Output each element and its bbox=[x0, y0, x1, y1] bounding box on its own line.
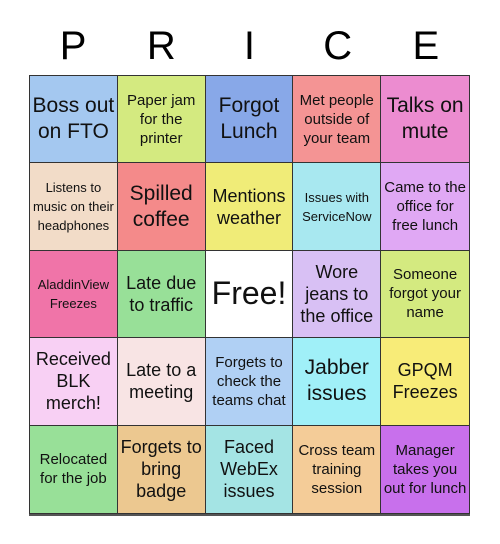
bingo-cell[interactable]: Mentions weather bbox=[205, 163, 294, 251]
bingo-cell-label: Manager takes you out for lunch bbox=[383, 441, 467, 497]
bingo-cell-label: Forgets to check the teams chat bbox=[212, 353, 286, 409]
bingo-cell-label: Forgot Lunch bbox=[218, 94, 280, 144]
bingo-cell-label: Forgets to bring badge bbox=[120, 437, 202, 502]
bingo-cell-label: Late to a meeting bbox=[126, 360, 197, 403]
bingo-cell-label: Wore jeans to the office bbox=[300, 261, 374, 326]
bingo-header: P R I C E bbox=[29, 20, 470, 72]
header-letter-r: R bbox=[146, 24, 176, 68]
bingo-cell-label: Mentions weather bbox=[212, 185, 286, 228]
bingo-cell[interactable]: Late due to traffic bbox=[117, 250, 206, 339]
bingo-cell[interactable]: Forgets to bring badge bbox=[117, 425, 206, 513]
bingo-cell[interactable]: Forgets to check the teams chat bbox=[205, 338, 294, 426]
bingo-cell[interactable]: Talks on mute bbox=[381, 76, 469, 164]
header-letter-c: C bbox=[323, 24, 353, 68]
bingo-cell[interactable]: Spilled coffee bbox=[117, 163, 206, 251]
bingo-cell[interactable]: Listens to music on their headphones bbox=[30, 163, 118, 251]
bingo-cell[interactable]: Boss out on FTO bbox=[30, 76, 118, 164]
bingo-cell-label: Came to the office for free lunch bbox=[384, 179, 466, 235]
bingo-cell-label: Relocated for the job bbox=[39, 451, 108, 488]
header-letter-p: P bbox=[59, 24, 87, 68]
bingo-cell[interactable]: Met people outside of your team bbox=[293, 76, 382, 164]
bingo-cell-label: Cross team training session bbox=[298, 441, 376, 497]
bingo-cell[interactable]: Someone forgot your name bbox=[381, 250, 469, 339]
bingo-cell-label: Someone forgot your name bbox=[389, 266, 461, 322]
bingo-cell-label: Spilled coffee bbox=[129, 181, 193, 231]
bingo-cell[interactable]: Paper jam for the printer bbox=[117, 76, 206, 164]
header-letter-i: I bbox=[243, 24, 256, 68]
bingo-cell-label: GPQM Freezes bbox=[392, 360, 458, 403]
bingo-cell[interactable]: AladdinView Freezes bbox=[30, 250, 118, 339]
bingo-cell-label: Late due to traffic bbox=[126, 272, 197, 315]
bingo-cell-label: Talks on mute bbox=[386, 94, 464, 144]
bingo-cell[interactable]: Manager takes you out for lunch bbox=[381, 425, 469, 513]
bingo-cell[interactable]: Late to a meeting bbox=[117, 338, 206, 426]
bingo-cell[interactable]: GPQM Freezes bbox=[381, 338, 469, 426]
bingo-cell[interactable]: Jabber issues bbox=[293, 338, 382, 426]
free-space-cell[interactable]: Free! bbox=[205, 250, 294, 339]
bingo-cell-label: Paper jam for the printer bbox=[127, 91, 196, 147]
bingo-cell-label: Boss out on FTO bbox=[32, 94, 115, 144]
bingo-cell-label: Received BLK merch! bbox=[35, 349, 111, 414]
bingo-cell[interactable]: Cross team training session bbox=[293, 425, 382, 513]
bingo-cell-label: Met people outside of your team bbox=[299, 91, 374, 147]
bingo-cell-label: Issues with ServiceNow bbox=[302, 189, 372, 224]
header-letter-e: E bbox=[412, 24, 440, 68]
bingo-cell[interactable]: Relocated for the job bbox=[30, 425, 118, 513]
bingo-cell[interactable]: Faced WebEx issues bbox=[205, 425, 294, 513]
bingo-board: Boss out on FTO Paper jam for the printer… bbox=[29, 75, 470, 514]
bingo-cell-label: Faced WebEx issues bbox=[220, 437, 278, 502]
bingo-cell[interactable]: Issues with ServiceNow bbox=[293, 163, 382, 251]
bingo-cell[interactable]: Came to the office for free lunch bbox=[381, 163, 469, 251]
bingo-cell[interactable]: Wore jeans to the office bbox=[293, 250, 382, 339]
bingo-cell[interactable]: Received BLK merch! bbox=[30, 338, 118, 426]
bingo-cell-label: Listens to music on their headphones bbox=[32, 180, 114, 234]
bingo-cell-label: Jabber issues bbox=[304, 356, 369, 406]
bingo-cell-label: AladdinView Freezes bbox=[37, 276, 110, 311]
bingo-cell[interactable]: Forgot Lunch bbox=[205, 76, 294, 164]
bingo-cell-label: Free! bbox=[211, 275, 287, 312]
